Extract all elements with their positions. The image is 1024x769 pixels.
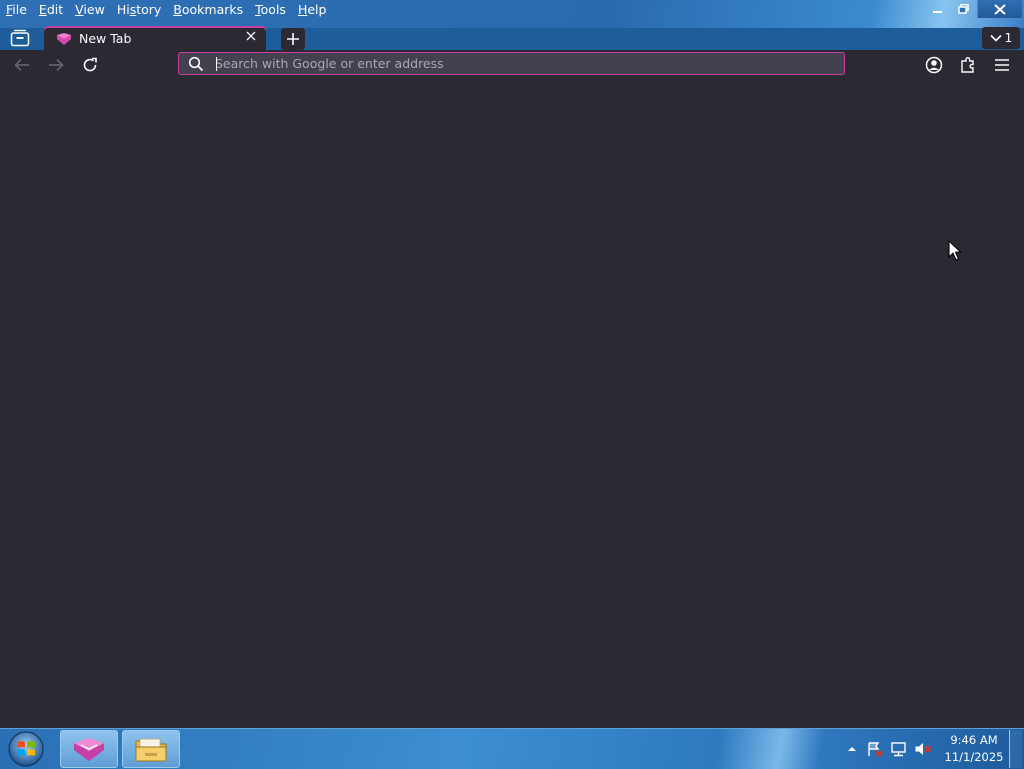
navigation-toolbar [0, 50, 1024, 80]
action-center-button[interactable] [866, 741, 884, 757]
tab-close-button[interactable] [242, 29, 260, 45]
restore-icon [958, 4, 969, 14]
file-explorer-icon [135, 738, 167, 762]
forward-arrow-icon [49, 58, 64, 72]
reload-button[interactable] [76, 53, 104, 77]
menu-tools[interactable]: Tools [249, 0, 292, 20]
search-icon [188, 56, 204, 72]
back-arrow-icon [14, 58, 29, 72]
tab-overview-button[interactable] [6, 26, 34, 50]
mouse-pointer-icon [948, 240, 962, 261]
puzzle-piece-icon [961, 57, 974, 73]
clock-date: 11/1/2025 [944, 750, 1004, 764]
minimize-icon [933, 11, 942, 13]
network-icon [891, 742, 906, 757]
account-icon [925, 56, 943, 74]
show-hidden-icons-button[interactable] [843, 741, 861, 757]
volume-button[interactable] [914, 741, 932, 757]
chevron-up-icon [848, 747, 856, 751]
show-desktop-button[interactable] [1009, 730, 1022, 768]
minimize-button[interactable] [925, 0, 951, 18]
title-bar: File Edit View History Bookmarks Tools H… [0, 0, 1024, 28]
close-button[interactable] [977, 0, 1022, 18]
page-content[interactable] [0, 80, 1024, 728]
close-tab-icon [246, 31, 256, 41]
chevron-down-icon [990, 34, 1002, 42]
menu-bar: File Edit View History Bookmarks Tools H… [0, 0, 332, 20]
browser-logo-icon [57, 33, 71, 45]
app-menu-button[interactable] [988, 53, 1016, 77]
tabs-overview-icon [10, 29, 30, 47]
extensions-button[interactable] [954, 53, 982, 77]
volume-muted-icon [915, 743, 932, 755]
plus-icon [287, 33, 299, 45]
network-button[interactable] [890, 741, 908, 757]
account-button[interactable] [920, 53, 948, 77]
tab-count: 1 [1004, 31, 1013, 45]
taskbar-file-explorer-button[interactable] [122, 730, 180, 768]
window-controls [925, 0, 1022, 18]
hamburger-menu-icon [995, 59, 1009, 71]
menu-file[interactable]: File [0, 0, 33, 20]
taskbar: 9:46 AM 11/1/2025 [0, 728, 1024, 769]
tab-title: New Tab [79, 31, 132, 46]
menu-edit[interactable]: Edit [33, 0, 69, 20]
new-tab-button[interactable] [281, 28, 305, 50]
system-clock[interactable]: 9:46 AM 11/1/2025 [944, 732, 1004, 766]
back-button[interactable] [8, 53, 36, 77]
browser-icon [74, 738, 104, 761]
clock-time: 9:46 AM [950, 733, 998, 747]
menu-history[interactable]: History [111, 0, 167, 20]
tab-new-tab[interactable]: New Tab [44, 26, 266, 52]
close-icon [994, 3, 1006, 15]
address-input[interactable] [215, 54, 825, 73]
start-button[interactable] [4, 730, 48, 768]
windows-logo-icon [8, 731, 44, 767]
list-all-tabs-button[interactable]: 1 [982, 27, 1020, 49]
menu-view[interactable]: View [69, 0, 111, 20]
forward-button[interactable] [42, 53, 70, 77]
tab-strip: New Tab 1 [0, 26, 1024, 52]
action-center-flag-icon [868, 742, 883, 757]
reload-icon [83, 57, 97, 72]
restore-button[interactable] [951, 0, 977, 18]
taskbar-browser-button[interactable] [60, 730, 118, 768]
address-bar[interactable] [178, 52, 845, 75]
text-caret [216, 57, 217, 71]
menu-help[interactable]: Help [292, 0, 333, 20]
menu-bookmarks[interactable]: Bookmarks [167, 0, 249, 20]
